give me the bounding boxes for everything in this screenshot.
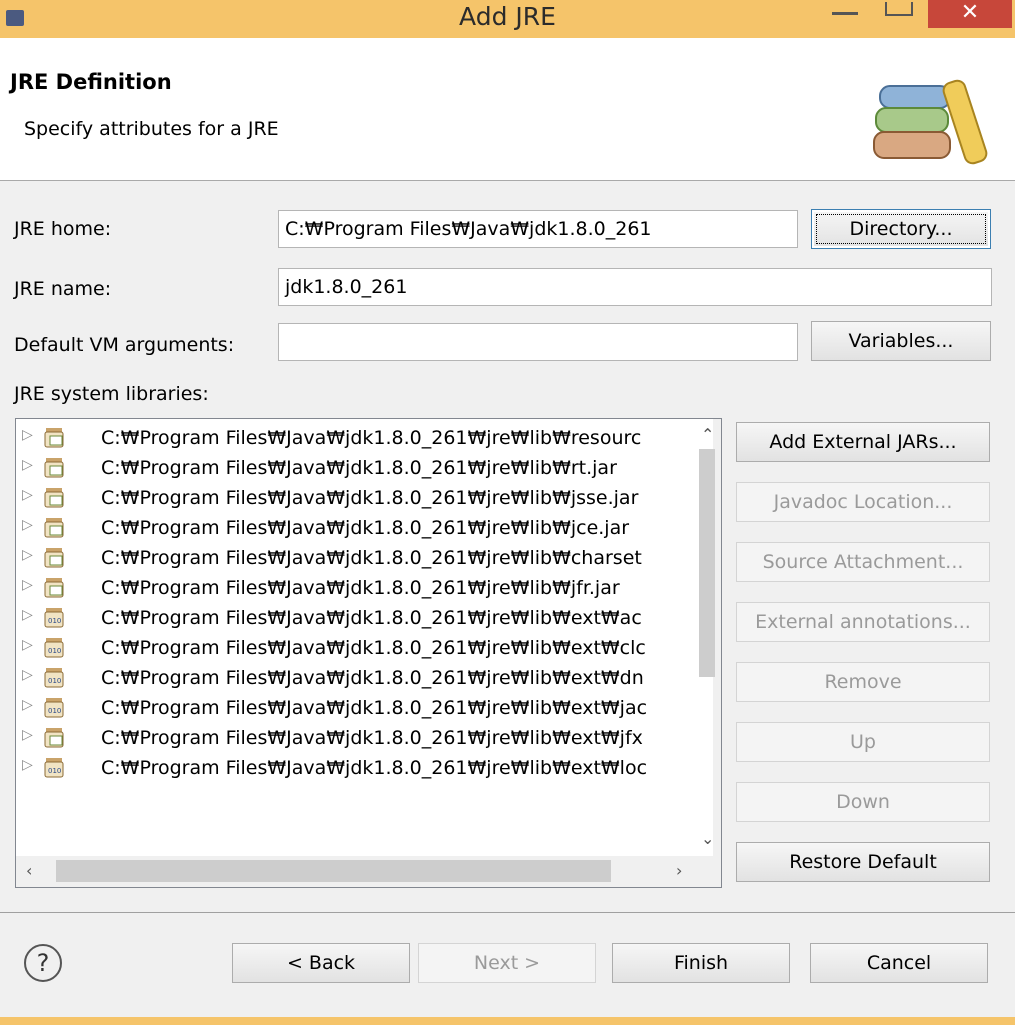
library-path: C:₩Program Files₩Java₩jdk1.8.0_261₩jre₩l… <box>101 637 646 659</box>
close-button[interactable]: ✕ <box>928 0 1012 28</box>
source-jar-icon <box>44 518 64 538</box>
restore-default-button[interactable]: Restore Default <box>736 842 990 882</box>
expand-arrow-icon[interactable]: ▷ <box>22 757 33 773</box>
library-row[interactable]: ▷ 010 C:₩Program Files₩Java₩jdk1.8.0_261₩j… <box>16 603 706 633</box>
window-title: Add JRE <box>459 2 556 31</box>
page-title: JRE Definition <box>10 70 172 94</box>
books-icon <box>873 79 988 165</box>
scroll-right-icon[interactable]: › <box>676 861 682 880</box>
minimize-button[interactable] <box>832 12 858 15</box>
binary-jar-icon: 010 <box>44 758 64 778</box>
finish-button[interactable]: Finish <box>612 943 790 983</box>
source-jar-icon <box>44 428 64 448</box>
library-row[interactable]: ▷ C:₩Program Files₩Java₩jdk1.8.0_261₩jre₩… <box>16 423 706 453</box>
library-row[interactable]: ▷ C:₩Program Files₩Java₩jdk1.8.0_261₩jre₩… <box>16 723 706 753</box>
horizontal-scrollbar-thumb[interactable] <box>56 860 611 882</box>
source-jar-icon <box>44 728 64 748</box>
expand-arrow-icon[interactable]: ▷ <box>22 577 33 593</box>
vertical-scrollbar-thumb[interactable] <box>699 449 715 677</box>
library-row[interactable]: ▷ 010 C:₩Program Files₩Java₩jdk1.8.0_261₩j… <box>16 663 706 693</box>
window-bottom-border <box>0 1017 1015 1025</box>
expand-arrow-icon[interactable]: ▷ <box>22 487 33 503</box>
help-icon[interactable]: ? <box>24 944 62 982</box>
scroll-left-icon[interactable]: ‹ <box>26 861 32 880</box>
binary-jar-icon: 010 <box>44 668 64 688</box>
library-path: C:₩Program Files₩Java₩jdk1.8.0_261₩jre₩l… <box>101 547 642 569</box>
library-path: C:₩Program Files₩Java₩jdk1.8.0_261₩jre₩l… <box>101 427 642 449</box>
expand-arrow-icon[interactable]: ▷ <box>22 697 33 713</box>
scroll-down-icon[interactable]: ⌄ <box>701 829 714 848</box>
library-row[interactable]: ▷ C:₩Program Files₩Java₩jdk1.8.0_261₩jre₩… <box>16 453 706 483</box>
expand-arrow-icon[interactable]: ▷ <box>22 637 33 653</box>
library-row[interactable]: ▷ C:₩Program Files₩Java₩jdk1.8.0_261₩jre₩… <box>16 573 706 603</box>
binary-jar-icon: 010 <box>44 608 64 628</box>
library-row[interactable]: ▷ C:₩Program Files₩Java₩jdk1.8.0_261₩jre₩… <box>16 543 706 573</box>
up-button[interactable]: Up <box>736 722 990 762</box>
library-path: C:₩Program Files₩Java₩jdk1.8.0_261₩jre₩l… <box>101 727 643 749</box>
down-button[interactable]: Down <box>736 782 990 822</box>
page-subtitle: Specify attributes for a JRE <box>24 118 279 140</box>
expand-arrow-icon[interactable]: ▷ <box>22 517 33 533</box>
jre-home-label: JRE home: <box>14 218 112 240</box>
binary-jar-icon: 010 <box>44 638 64 658</box>
svg-text:010: 010 <box>48 707 61 715</box>
expand-arrow-icon[interactable]: ▷ <box>22 607 33 623</box>
library-path: C:₩Program Files₩Java₩jdk1.8.0_261₩jre₩l… <box>101 667 644 689</box>
svg-text:010: 010 <box>48 647 61 655</box>
javadoc-location-button[interactable]: Javadoc Location... <box>736 482 990 522</box>
library-path: C:₩Program Files₩Java₩jdk1.8.0_261₩jre₩l… <box>101 457 617 479</box>
library-row[interactable]: ▷ 010 C:₩Program Files₩Java₩jdk1.8.0_261₩j… <box>16 693 706 723</box>
source-jar-icon <box>44 578 64 598</box>
library-path: C:₩Program Files₩Java₩jdk1.8.0_261₩jre₩l… <box>101 517 630 539</box>
external-annotations-button[interactable]: External annotations... <box>736 602 990 642</box>
svg-text:010: 010 <box>48 767 61 775</box>
expand-arrow-icon[interactable]: ▷ <box>22 667 33 683</box>
library-path: C:₩Program Files₩Java₩jdk1.8.0_261₩jre₩l… <box>101 697 648 719</box>
library-path: C:₩Program Files₩Java₩jdk1.8.0_261₩jre₩l… <box>101 607 642 629</box>
jre-name-input[interactable]: jdk1.8.0_261 <box>278 268 992 306</box>
svg-text:010: 010 <box>48 617 61 625</box>
library-row[interactable]: ▷ 010 C:₩Program Files₩Java₩jdk1.8.0_261₩j… <box>16 753 706 783</box>
library-row[interactable]: ▷ 010 C:₩Program Files₩Java₩jdk1.8.0_261₩j… <box>16 633 706 663</box>
jre-system-libraries-label: JRE system libraries: <box>14 383 209 405</box>
variables-button[interactable]: Variables... <box>811 321 991 361</box>
jre-libraries-tree[interactable]: ▷ 010 C:₩Program Files₩Java₩jdk1.8.0_261₩j… <box>15 418 722 888</box>
expand-arrow-icon[interactable]: ▷ <box>22 457 33 473</box>
source-attachment-button[interactable]: Source Attachment... <box>736 542 990 582</box>
back-button[interactable]: < Back <box>232 943 410 983</box>
add-external-jars-button[interactable]: Add External JARs... <box>736 422 990 462</box>
jre-name-label: JRE name: <box>14 278 112 300</box>
library-row[interactable]: ▷ C:₩Program Files₩Java₩jdk1.8.0_261₩jre₩… <box>16 483 706 513</box>
library-path: C:₩Program Files₩Java₩jdk1.8.0_261₩jre₩l… <box>101 757 648 779</box>
library-path: C:₩Program Files₩Java₩jdk1.8.0_261₩jre₩l… <box>101 487 639 509</box>
expand-arrow-icon[interactable]: ▷ <box>22 727 33 743</box>
footer-separator <box>0 912 1015 913</box>
vm-args-input[interactable] <box>278 323 798 361</box>
expand-arrow-icon[interactable]: ▷ <box>22 427 33 443</box>
svg-text:010: 010 <box>48 677 61 685</box>
binary-jar-icon: 010 <box>44 698 64 718</box>
maximize-button[interactable] <box>885 2 913 16</box>
title-bar: Add JRE ✕ <box>0 0 1015 39</box>
source-jar-icon <box>44 488 64 508</box>
remove-button[interactable]: Remove <box>736 662 990 702</box>
expand-arrow-icon[interactable]: ▷ <box>22 547 33 563</box>
vm-args-label: Default VM arguments: <box>14 334 235 356</box>
next-button[interactable]: Next > <box>418 943 596 983</box>
library-path: C:₩Program Files₩Java₩jdk1.8.0_261₩jre₩l… <box>101 577 620 599</box>
directory-button[interactable]: Directory... <box>811 209 991 249</box>
source-jar-icon <box>44 458 64 478</box>
scroll-up-icon[interactable]: ⌃ <box>701 425 714 444</box>
wizard-header: JRE Definition Specify attributes for a … <box>0 38 1015 181</box>
jre-home-input[interactable]: C:₩Program Files₩Java₩jdk1.8.0_261 <box>278 210 798 248</box>
source-jar-icon <box>44 548 64 568</box>
cancel-button[interactable]: Cancel <box>810 943 988 983</box>
library-row[interactable]: ▷ C:₩Program Files₩Java₩jdk1.8.0_261₩jre₩… <box>16 513 706 543</box>
